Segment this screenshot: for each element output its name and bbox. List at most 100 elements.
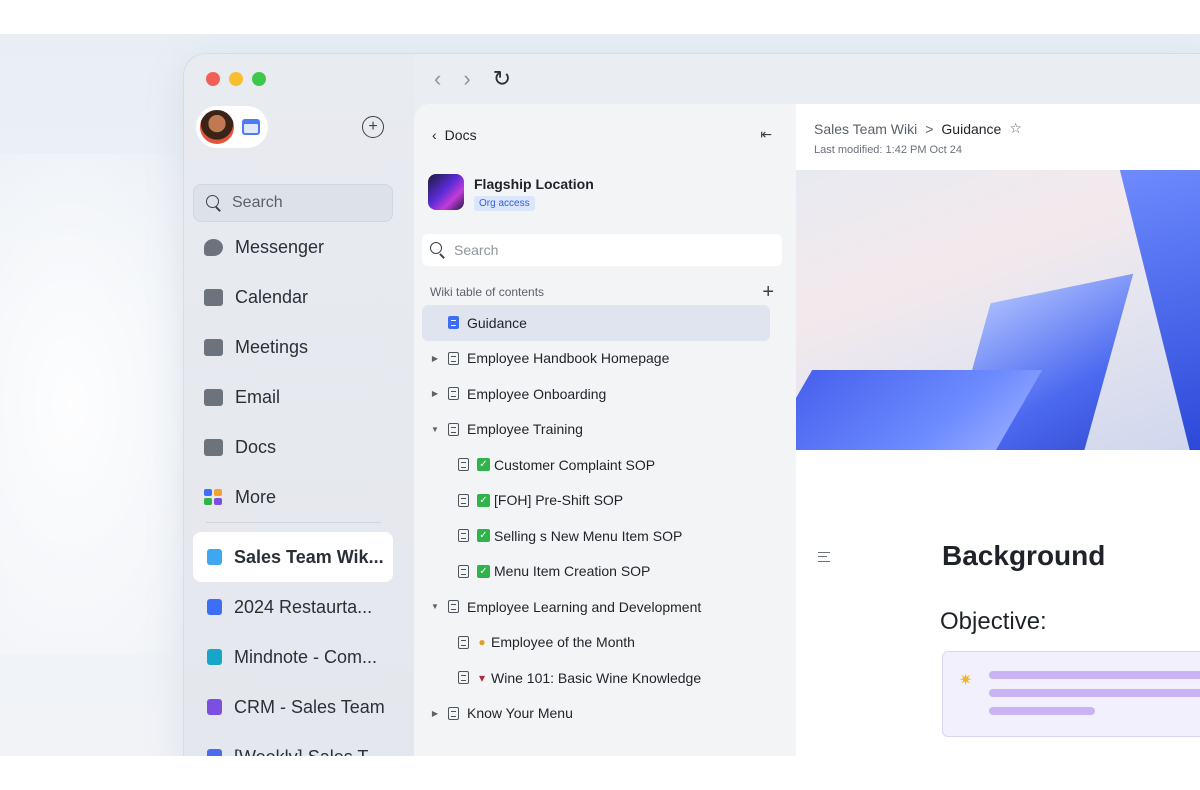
nav-item-meetings[interactable]: Meetings — [204, 322, 404, 372]
close-window-button[interactable] — [206, 72, 220, 86]
doc-heading: Background — [942, 540, 1106, 571]
access-badge: Org access — [474, 196, 535, 211]
window-controls — [206, 72, 266, 86]
toc-item-label: Employee of the Month — [491, 634, 635, 651]
nav-item-more[interactable]: More — [204, 472, 404, 522]
profile-switcher[interactable] — [196, 106, 268, 148]
caret-right-icon[interactable]: ▶ — [430, 354, 440, 363]
checkmark-icon: ✓ — [477, 529, 490, 543]
checkmark-icon: ✓ — [477, 493, 490, 507]
add-page-icon[interactable]: + — [762, 282, 774, 302]
toc-item[interactable]: ▼ Employee Training — [422, 412, 770, 448]
checkmark-icon: ✓ — [477, 458, 490, 472]
toc-item-label: Employee Learning and Development — [467, 598, 702, 615]
toc-item-label: Customer Complaint SOP — [494, 456, 656, 473]
toc-item[interactable]: ✓ [FOH] Pre-Shift SOP — [422, 483, 770, 519]
outline-icon[interactable] — [818, 552, 830, 562]
doc-type-icon — [207, 699, 222, 715]
pinned-doc-item[interactable]: 2024 Restaurta... — [193, 582, 393, 632]
nav-item-calendar[interactable]: Calendar — [204, 272, 404, 322]
pinned-doc-item[interactable]: CRM - Sales Team — [193, 682, 393, 732]
apps-grid-icon — [204, 488, 223, 506]
nav-item-docs[interactable]: Docs — [204, 422, 404, 472]
workspace-logo — [428, 174, 464, 210]
toc-item[interactable]: ▶ Know Your Menu — [422, 696, 770, 732]
search-icon — [430, 242, 446, 258]
toc-item[interactable]: ▼ Employee Learning and Development — [422, 589, 770, 625]
avatar[interactable] — [198, 108, 236, 146]
refresh-icon[interactable]: ↻ — [493, 66, 511, 92]
nav-item-label: Meetings — [235, 336, 309, 357]
document-icon — [448, 422, 459, 436]
toc-item[interactable]: ▶ Employee Handbook Homepage — [422, 341, 770, 377]
browser-toolbar: ‹ › ↻ — [414, 54, 1200, 104]
pinned-doc-label: Mindnote - Com... — [234, 646, 378, 667]
back-arrow-icon[interactable]: ‹ — [434, 66, 441, 92]
document-icon — [458, 635, 469, 649]
doc-subheading: Objective: — [940, 608, 1047, 635]
breadcrumb-parent[interactable]: Sales Team Wiki — [814, 121, 917, 137]
maximize-window-button[interactable] — [252, 72, 266, 86]
toc-item[interactable]: ✓ Menu Item Creation SOP — [422, 554, 770, 590]
create-new-button[interactable]: + — [362, 116, 384, 138]
docs-back-button[interactable]: ‹ Docs — [432, 127, 477, 143]
toc-item[interactable]: ▾ Wine 101: Basic Wine Knowledge — [422, 660, 770, 696]
placeholder-line — [989, 707, 1095, 715]
toc-item[interactable]: ● Employee of the Month — [422, 625, 770, 661]
primary-nav: Messenger Calendar Meetings Email Docs More — [204, 222, 404, 522]
pinned-doc-item[interactable]: Sales Team Wik... — [193, 532, 393, 582]
pin-icon[interactable]: ☆ — [1009, 120, 1022, 137]
docs-search-input[interactable]: Search — [422, 234, 782, 266]
workspace-card[interactable]: Flagship Location Org access — [428, 174, 594, 211]
document-icon — [448, 316, 459, 330]
callout-block[interactable]: ✷ — [942, 651, 1200, 737]
sidebar-search-label: Search — [232, 194, 283, 211]
toc-item-label: [FOH] Pre-Shift SOP — [494, 492, 624, 509]
toc-item[interactable]: Guidance — [422, 305, 770, 341]
pinned-doc-item[interactable]: Mindnote - Com... — [193, 632, 393, 682]
document-icon — [458, 529, 469, 543]
caret-down-icon[interactable]: ▼ — [430, 602, 440, 611]
cover-image — [796, 170, 1200, 450]
wiki-toc: Guidance ▶ Employee Handbook Homepage ▶ Empl… — [422, 305, 770, 731]
toc-item[interactable]: ✓ Selling s New Menu Item SOP — [422, 518, 770, 554]
breadcrumb-separator: > — [925, 120, 934, 137]
pinned-doc-label: CRM - Sales Team — [234, 696, 385, 717]
minimize-window-button[interactable] — [229, 72, 243, 86]
toc-item-label: Guidance — [467, 314, 527, 331]
calendar-icon — [204, 288, 223, 306]
pinned-doc-label: [Weekly] Sales T... — [234, 747, 381, 757]
checkmark-icon: ✓ — [477, 564, 490, 578]
toc-item-label: Employee Training — [467, 421, 583, 438]
docs-back-label: Docs — [444, 126, 477, 143]
pinned-doc-item[interactable]: [Weekly] Sales T... — [193, 732, 393, 756]
document-icon — [448, 387, 459, 401]
workspace-name: Flagship Location — [474, 176, 594, 192]
collapse-panel-icon[interactable]: ⇤ — [760, 126, 772, 143]
document-icon — [458, 458, 469, 472]
toc-item-label: Know Your Menu — [467, 705, 573, 722]
nav-item-email[interactable]: Email — [204, 372, 404, 422]
toc-item-label: Wine 101: Basic Wine Knowledge — [491, 669, 702, 686]
toc-item-label: Selling s New Menu Item SOP — [494, 527, 683, 544]
caret-right-icon[interactable]: ▶ — [430, 709, 440, 718]
toc-item[interactable]: ✓ Customer Complaint SOP — [422, 447, 770, 483]
caret-down-icon[interactable]: ▼ — [430, 425, 440, 434]
sidebar-search[interactable]: Search — [193, 184, 393, 222]
forward-arrow-icon[interactable]: › — [463, 66, 470, 92]
document-icon — [448, 351, 459, 365]
doc-type-icon — [207, 599, 222, 615]
toc-item[interactable]: ▶ Employee Onboarding — [422, 376, 770, 412]
placeholder-line — [989, 671, 1200, 679]
document-icon — [458, 671, 469, 685]
chevron-left-icon: ‹ — [432, 126, 437, 143]
nav-item-messenger[interactable]: Messenger — [204, 222, 404, 272]
docs-header: ‹ Docs ⇤ — [432, 126, 772, 143]
caret-right-icon[interactable]: ▶ — [430, 389, 440, 398]
pinned-doc-label: Sales Team Wik... — [234, 546, 384, 567]
doc-type-icon — [207, 749, 222, 756]
toc-title: Wiki table of contents — [430, 285, 545, 299]
last-modified: Last modified: 1:42 PM Oct 24 — [814, 144, 962, 156]
main-sidebar: + Search Messenger Calendar Meetings Email D… — [184, 54, 414, 756]
nav-item-label: Email — [235, 386, 281, 407]
